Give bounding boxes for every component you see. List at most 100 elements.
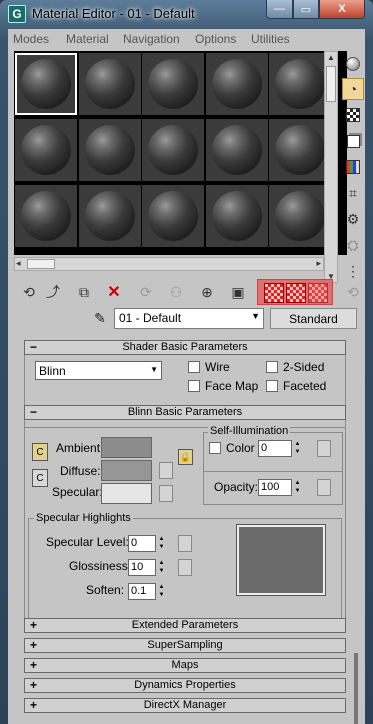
eyedropper-icon[interactable]: ✎ — [91, 310, 109, 328]
opacity-value-field[interactable]: 100 — [258, 479, 292, 496]
specular-map-button[interactable] — [159, 485, 173, 502]
specular-level-field[interactable]: 0 — [128, 535, 156, 552]
spinner-arrows-icon[interactable]: ▲ ▼ — [157, 583, 166, 600]
rollout-toggle[interactable]: + — [30, 699, 37, 712]
scrollbar-thumb[interactable] — [326, 66, 336, 102]
spinner-arrows-icon[interactable]: ▲ ▼ — [293, 440, 302, 457]
glossiness-map-button[interactable] — [178, 559, 192, 576]
two-sided-checkbox[interactable]: 2-Sided — [266, 360, 324, 374]
sample-slot[interactable] — [269, 185, 331, 247]
blinn-basic-header[interactable]: − Blinn Basic Parameters — [24, 405, 346, 420]
face-map-checkbox[interactable]: Face Map — [188, 379, 258, 393]
opacity-map-button[interactable] — [317, 479, 331, 496]
material-name-field[interactable]: 01 - Default ▼ — [114, 308, 264, 329]
chevron-down-icon[interactable]: ▼ — [251, 311, 260, 321]
self-illum-value-field[interactable]: 0 — [258, 440, 292, 457]
extended-parameters-header[interactable]: + Extended Parameters — [24, 618, 346, 633]
menu-utilities[interactable]: Utilities — [251, 32, 290, 46]
options-button[interactable]: ⚙ — [342, 208, 364, 230]
get-material-button[interactable]: ⟲ — [18, 281, 40, 303]
assign-to-selection-button[interactable]: ⧉ — [73, 281, 95, 303]
spinner-arrows-icon[interactable]: ▲ ▼ — [157, 559, 166, 576]
spinner-arrows-icon[interactable]: ▲ ▼ — [293, 479, 302, 496]
sample-slot[interactable] — [142, 185, 204, 247]
make-preview-button[interactable]: ⌗ — [342, 182, 364, 204]
backlight-button[interactable]: ◔ — [342, 78, 364, 100]
checkbox-box[interactable] — [266, 361, 278, 373]
glossiness-field[interactable]: 10 — [128, 559, 156, 576]
scroll-left-icon[interactable]: ◂ — [16, 258, 21, 269]
menu-material[interactable]: Material — [66, 32, 109, 46]
maps-header[interactable]: + Maps — [24, 658, 346, 673]
shader-basic-header[interactable]: − Shader Basic Parameters — [24, 340, 346, 355]
diffuse-map-button[interactable] — [159, 462, 173, 479]
maximize-button[interactable]: ▭ — [293, 0, 319, 19]
rollout-scrollbar[interactable] — [354, 333, 358, 724]
specular-color-swatch[interactable] — [101, 483, 152, 504]
show-realistic-material-button[interactable] — [286, 283, 306, 303]
make-unique-button[interactable]: ⟳ — [135, 281, 157, 303]
supersampling-header[interactable]: + SuperSampling — [24, 638, 346, 653]
sample-type-sphere-button[interactable] — [342, 53, 364, 75]
sample-slot[interactable] — [15, 119, 77, 181]
sample-slot[interactable] — [269, 119, 331, 181]
rollout-toggle[interactable]: + — [30, 679, 37, 692]
slots-horizontal-scrollbar[interactable]: ◂ ▸ — [14, 257, 324, 271]
sample-slot[interactable] — [78, 119, 141, 181]
title-bar[interactable]: G Material Editor - 01 - Default — ▭ X — [0, 0, 373, 28]
scroll-right-icon[interactable]: ▸ — [316, 258, 321, 269]
menu-navigation[interactable]: Navigation — [123, 32, 180, 46]
close-button[interactable]: X — [319, 0, 365, 19]
rollout-toggle[interactable]: + — [30, 639, 37, 652]
soften-field[interactable]: 0.1 — [128, 583, 156, 600]
rollout-toggle[interactable]: − — [30, 341, 37, 354]
dynamics-properties-header[interactable]: + Dynamics Properties — [24, 678, 346, 693]
shader-type-dropdown[interactable]: Blinn ▼ — [35, 361, 162, 380]
video-color-check-button[interactable] — [342, 156, 364, 178]
show-map-in-viewport-button[interactable]: ▣ — [227, 281, 249, 303]
sample-slot[interactable] — [269, 53, 331, 115]
reset-map-button[interactable]: ✕ — [103, 281, 125, 303]
put-to-library-button[interactable]: ⚇ — [165, 281, 187, 303]
rollout-toggle[interactable]: + — [30, 619, 37, 632]
rollout-toggle[interactable]: − — [30, 406, 37, 419]
checkbox-box[interactable] — [209, 442, 221, 454]
sample-slot[interactable] — [205, 119, 268, 181]
sample-slot[interactable] — [205, 53, 268, 115]
minimize-button[interactable]: — — [266, 0, 293, 19]
lock-diffuse-specular-toggle[interactable]: C — [32, 469, 48, 487]
sample-slot[interactable] — [78, 185, 141, 247]
scrollbar-thumb[interactable] — [27, 259, 55, 269]
select-by-material-button[interactable]: ⛭ — [342, 234, 364, 256]
checkbox-box[interactable] — [188, 380, 200, 392]
scrollbar-thumb[interactable] — [354, 333, 358, 653]
material-id-channel-button[interactable]: ⊕ — [196, 281, 218, 303]
sample-slot[interactable] — [15, 185, 77, 247]
checkbox-box[interactable] — [188, 361, 200, 373]
ambient-color-swatch[interactable] — [101, 437, 152, 458]
sample-slot[interactable] — [205, 185, 268, 247]
faceted-checkbox[interactable]: Faceted — [266, 379, 326, 393]
scroll-up-icon[interactable]: ▲ — [327, 53, 335, 62]
slots-vertical-scrollbar[interactable]: ▲ ▼ — [324, 51, 338, 283]
sample-slot[interactable] — [15, 53, 77, 115]
directx-manager-header[interactable]: + DirectX Manager — [24, 698, 346, 713]
menu-modes[interactable]: Modes — [13, 32, 49, 46]
sample-slot[interactable] — [142, 119, 204, 181]
sample-slot[interactable] — [78, 53, 141, 115]
spinner-arrows-icon[interactable]: ▲ ▼ — [157, 535, 166, 552]
sample-slot[interactable] — [142, 53, 204, 115]
background-checker-button[interactable] — [342, 104, 364, 126]
specular-level-map-button[interactable] — [178, 535, 192, 552]
chevron-down-icon[interactable]: ▼ — [150, 365, 158, 374]
material-type-button[interactable]: Standard — [270, 308, 357, 329]
checkbox-box[interactable] — [266, 380, 278, 392]
lock-button[interactable]: 🔒 — [178, 449, 193, 465]
lock-ambient-diffuse-toggle[interactable]: C — [32, 443, 48, 461]
wire-checkbox[interactable]: Wire — [188, 360, 230, 374]
menu-options[interactable]: Options — [195, 32, 236, 46]
sample-uv-tiling-button[interactable] — [342, 130, 364, 152]
show-end-result-button[interactable] — [308, 283, 328, 303]
diffuse-color-swatch[interactable] — [101, 460, 152, 481]
show-shaded-material-button[interactable] — [264, 283, 284, 303]
